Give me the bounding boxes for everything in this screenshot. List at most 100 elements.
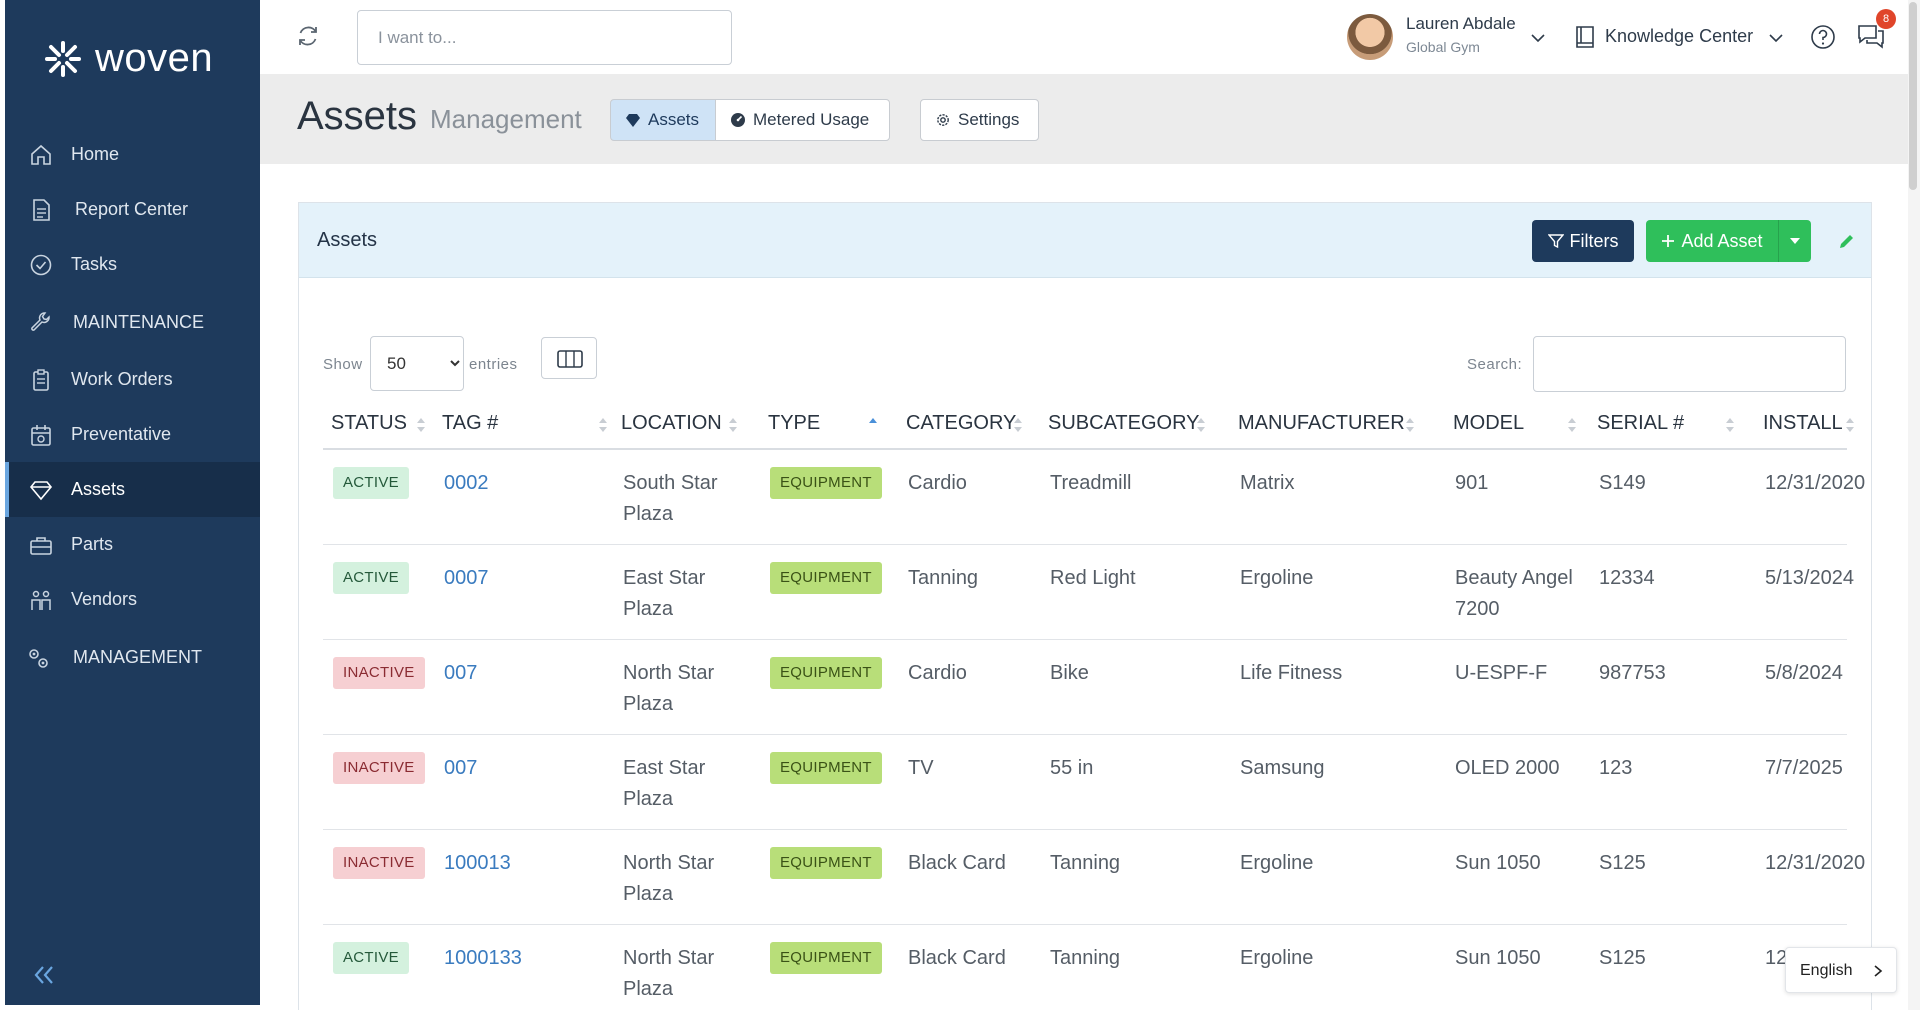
assets-table: STATUS TAG # LOCATION TYPE CATEGORY SUBCATEGO…	[323, 402, 1865, 1010]
entries-label: entries	[469, 356, 518, 373]
sort-icon[interactable]	[1013, 415, 1023, 435]
tag-link[interactable]: 1000133	[444, 943, 522, 974]
column-header[interactable]: CATEGORY	[906, 412, 1016, 435]
woven-logo-icon	[45, 40, 81, 77]
column-header[interactable]: MODEL	[1453, 412, 1524, 435]
sort-icon[interactable]	[1196, 415, 1206, 435]
sidebar-item-assets[interactable]: Assets	[5, 462, 260, 517]
column-header[interactable]: TYPE	[768, 412, 820, 435]
sidebar-item-label: MAINTENANCE	[73, 312, 205, 332]
column-header[interactable]: MANUFACTURER	[1238, 412, 1405, 435]
sidebar-item-label: MANAGEMENT	[73, 647, 203, 667]
sort-icon[interactable]	[728, 415, 738, 435]
tab-metered-usage[interactable]: Metered Usage	[715, 99, 890, 141]
sort-ascending-icon[interactable]	[868, 415, 878, 435]
install-cell: 5/13/2024	[1765, 567, 1854, 589]
table-row[interactable]: ACTIVE 0007 East Star Plaza EQUIPMENT Tannin…	[323, 545, 1854, 640]
location-cell: North Star Plaza	[623, 947, 715, 1000]
collapse-sidebar-icon[interactable]	[31, 962, 57, 988]
model-cell: Sun 1050	[1455, 852, 1541, 874]
table-row[interactable]: INACTIVE 007 North Star Plaza EQUIPMENT Card…	[323, 640, 1847, 735]
add-asset-label: Add Asset	[1681, 230, 1763, 251]
filter-icon	[1547, 234, 1564, 249]
model-cell: U-ESPF-F	[1455, 662, 1548, 684]
table-search-input[interactable]	[1533, 336, 1846, 392]
column-header[interactable]: SUBCATEGORY	[1048, 412, 1200, 435]
filters-button[interactable]: Filters	[1532, 220, 1634, 262]
top-bar: Lauren Abdale Global Gym Knowledge Cente…	[260, 0, 1910, 74]
subcategory-cell: Tanning	[1050, 947, 1121, 969]
sort-icon[interactable]	[1405, 415, 1415, 435]
table-row[interactable]: ACTIVE 1000133 North Star Plaza EQUIPMENT Bl…	[323, 925, 1865, 1010]
knowledge-center-link[interactable]: Knowledge Center	[1605, 26, 1753, 47]
column-header[interactable]: SERIAL #	[1597, 412, 1684, 435]
column-header[interactable]: STATUS	[331, 412, 407, 435]
serial-cell: S125	[1599, 852, 1646, 874]
add-asset-button[interactable]: Add Asset	[1646, 220, 1778, 262]
category-cell: Black Card	[908, 852, 1006, 874]
category-cell: Tanning	[908, 567, 979, 589]
table-row[interactable]: INACTIVE 007 East Star Plaza EQUIPMENT TV 55 …	[323, 735, 1847, 830]
pencil-icon[interactable]	[1837, 233, 1855, 251]
chevron-down-icon[interactable]	[1530, 30, 1546, 46]
avatar[interactable]	[1347, 14, 1393, 60]
user-name[interactable]: Lauren Abdale	[1406, 14, 1516, 34]
serial-cell: 987753	[1599, 662, 1666, 684]
status-badge: INACTIVE	[333, 752, 425, 784]
category-cell: Cardio	[908, 472, 967, 494]
sort-icon[interactable]	[1725, 415, 1735, 435]
manufacturer-cell: Ergoline	[1240, 567, 1314, 589]
column-header[interactable]: TAG #	[442, 412, 498, 435]
sort-icon[interactable]	[598, 415, 608, 435]
column-header[interactable]: LOCATION	[621, 412, 722, 435]
sort-icon[interactable]	[1845, 415, 1855, 435]
tag-link[interactable]: 0007	[444, 563, 489, 594]
table-row[interactable]: ACTIVE 0002 South Star Plaza EQUIPMENT Cardi…	[323, 450, 1865, 545]
scrollbar-thumb[interactable]	[1909, 2, 1917, 190]
sidebar-item-vendors[interactable]: Vendors	[5, 572, 260, 627]
manufacturer-cell: Samsung	[1240, 757, 1325, 779]
add-asset-dropdown-toggle[interactable]	[1778, 220, 1811, 262]
settings-button[interactable]: Settings	[920, 99, 1039, 141]
diamond-icon	[626, 114, 640, 127]
woven-logo[interactable]: woven	[43, 36, 213, 81]
column-header[interactable]: INSTALL	[1763, 412, 1843, 435]
sidebar-item-home[interactable]: Home	[5, 127, 260, 182]
quick-action-input[interactable]	[357, 10, 732, 65]
filters-label: Filters	[1569, 230, 1619, 251]
tag-link[interactable]: 0002	[444, 468, 489, 499]
card-title: Assets	[317, 229, 378, 251]
status-badge: INACTIVE	[333, 657, 425, 689]
sort-icon[interactable]	[416, 415, 426, 435]
status-badge: ACTIVE	[333, 562, 409, 594]
sort-icon[interactable]	[1567, 415, 1577, 435]
page-header: Assets Management Assets Metered Usage S…	[260, 74, 1910, 164]
refresh-icon[interactable]	[296, 24, 320, 48]
help-icon[interactable]	[1810, 24, 1836, 50]
sidebar-item-preventative[interactable]: Preventative	[5, 407, 260, 462]
sidebar-item-parts[interactable]: Parts	[5, 517, 260, 572]
install-cell: 5/8/2024	[1765, 662, 1843, 684]
language-selector[interactable]: English	[1785, 947, 1897, 993]
tag-link[interactable]: 100013	[444, 848, 511, 879]
manufacturer-cell: Ergoline	[1240, 852, 1314, 874]
sidebar-item-work-orders[interactable]: Work Orders	[5, 352, 260, 407]
sidebar-item-report-center[interactable]: Report Center	[5, 182, 260, 237]
people-icon	[31, 590, 51, 610]
sidebar-item-management[interactable]: MANAGEMENT	[5, 630, 260, 685]
app-name: woven	[95, 36, 214, 80]
type-badge: EQUIPMENT	[770, 562, 882, 594]
column-visibility-button[interactable]	[541, 337, 597, 379]
user-company: Global Gym	[1406, 39, 1480, 55]
tab-assets[interactable]: Assets	[610, 99, 716, 141]
report-icon	[33, 199, 50, 221]
tag-link[interactable]: 007	[444, 658, 477, 689]
sidebar-item-maintenance[interactable]: MAINTENANCE	[5, 295, 260, 350]
install-cell: 7/7/2025	[1765, 757, 1843, 779]
chevron-down-icon[interactable]	[1768, 30, 1784, 46]
table-row[interactable]: INACTIVE 100013 North Star Plaza EQUIPMENT B…	[323, 830, 1865, 925]
tag-link[interactable]: 007	[444, 753, 477, 784]
subcategory-cell: Red Light	[1050, 567, 1136, 589]
sidebar-item-tasks[interactable]: Tasks	[5, 237, 260, 292]
page-size-select[interactable]: 50	[370, 336, 464, 391]
